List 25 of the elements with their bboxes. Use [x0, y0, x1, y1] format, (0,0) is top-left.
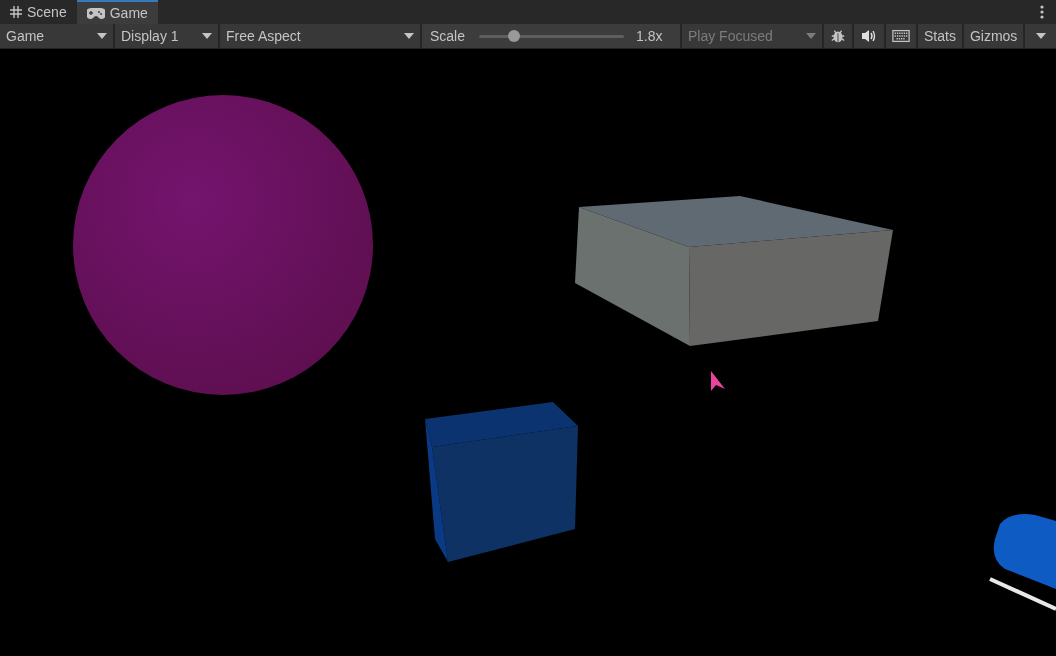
scale-label: Scale	[429, 26, 467, 46]
caret-icon	[1035, 33, 1046, 39]
grid-icon	[10, 6, 22, 18]
dropdown[interactable]: Game	[0, 24, 115, 48]
slider-thumb[interactable]	[507, 29, 520, 42]
gizmos-menu-button[interactable]	[1025, 24, 1056, 48]
caret-icon	[97, 33, 107, 39]
caret-icon	[202, 33, 212, 39]
gizmos-button[interactable]: Gizmos	[963, 24, 1026, 48]
cursor-icon	[711, 371, 725, 391]
keyboard-icon	[892, 29, 910, 43]
more-options-icon[interactable]	[1040, 5, 1044, 19]
scale-value: 1.8x	[636, 26, 663, 46]
caret-icon	[806, 33, 816, 39]
bug-button[interactable]	[824, 24, 854, 48]
stats-button[interactable]: Stats	[918, 24, 964, 48]
speaker-button[interactable]	[854, 24, 886, 48]
gamepad-icon	[86, 7, 105, 19]
tab[interactable]: Game	[76, 0, 158, 24]
dropdown[interactable]: Free Aspect	[220, 24, 422, 48]
dropdown[interactable]: Display 1	[115, 24, 220, 48]
keyboard-button[interactable]	[886, 24, 918, 48]
tab[interactable]: Scene	[0, 0, 77, 24]
caret-icon	[404, 33, 414, 39]
speaker-icon	[861, 29, 877, 43]
